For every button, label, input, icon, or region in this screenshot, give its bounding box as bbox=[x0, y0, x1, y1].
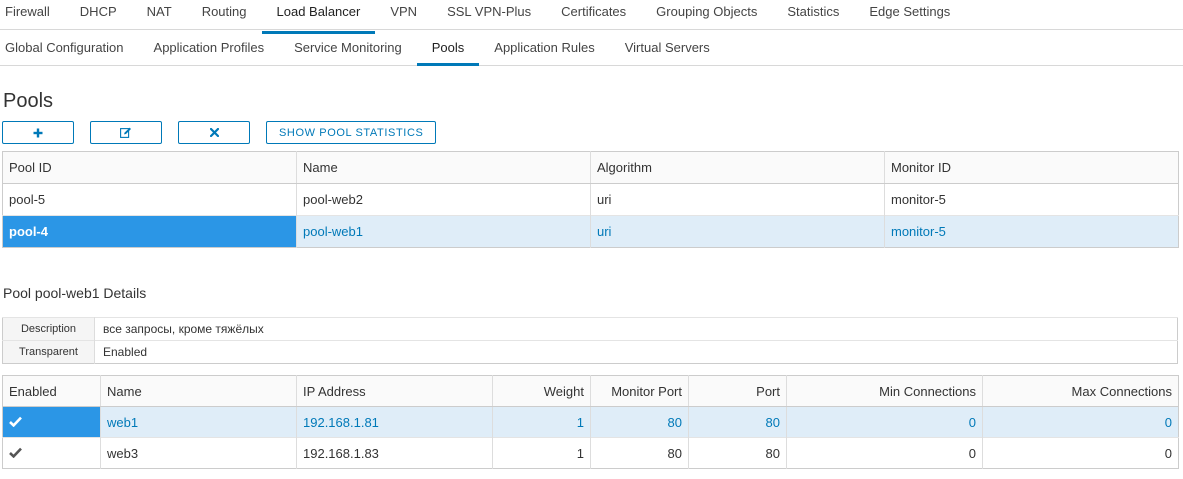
transparent-label: Transparent bbox=[2, 340, 95, 364]
pool-algorithm-cell: uri bbox=[590, 215, 885, 248]
pool-name-cell: pool-web1 bbox=[296, 215, 591, 248]
pools-table: Pool ID Name Algorithm Monitor ID pool-5… bbox=[2, 151, 1179, 248]
page-title: Pools bbox=[3, 90, 54, 112]
column-header-min-connections[interactable]: Min Connections bbox=[786, 375, 983, 407]
column-header-enabled[interactable]: Enabled bbox=[2, 375, 101, 407]
member-weight-cell: 1 bbox=[492, 406, 591, 438]
column-header-max-connections[interactable]: Max Connections bbox=[982, 375, 1179, 407]
pool-properties: Description все запросы, кроме тяжёлых T… bbox=[2, 317, 1178, 364]
tab-application-profiles[interactable]: Application Profiles bbox=[139, 32, 280, 65]
tab-statistics[interactable]: Statistics bbox=[772, 0, 854, 29]
tab-virtual-servers[interactable]: Virtual Servers bbox=[610, 32, 725, 65]
member-name-cell: web1 bbox=[100, 406, 297, 438]
check-icon bbox=[9, 416, 22, 427]
pools-toolbar: SHOW POOL STATISTICS bbox=[2, 121, 437, 144]
load-balancer-sub-tabs: Global Configuration Application Profile… bbox=[0, 32, 1183, 66]
tab-grouping-objects[interactable]: Grouping Objects bbox=[641, 0, 772, 29]
member-name-cell: web3 bbox=[100, 437, 297, 469]
table-row-selected[interactable]: web1 192.168.1.81 1 80 80 0 0 bbox=[2, 406, 1179, 438]
column-header-port[interactable]: Port bbox=[688, 375, 787, 407]
delete-pool-button[interactable] bbox=[178, 121, 250, 144]
pool-monitor-cell: monitor-5 bbox=[884, 215, 1179, 248]
edit-pool-button[interactable] bbox=[90, 121, 162, 144]
close-icon bbox=[209, 128, 219, 137]
members-table-header: Enabled Name IP Address Weight Monitor P… bbox=[2, 375, 1179, 407]
pool-monitor-cell: monitor-5 bbox=[884, 183, 1179, 216]
pools-table-header: Pool ID Name Algorithm Monitor ID bbox=[2, 151, 1179, 184]
member-ip-cell: 192.168.1.83 bbox=[296, 437, 493, 469]
member-max-connections-cell: 0 bbox=[982, 406, 1179, 438]
tab-nat[interactable]: NAT bbox=[132, 0, 187, 29]
column-header-name[interactable]: Name bbox=[296, 151, 591, 184]
plus-icon bbox=[33, 128, 43, 137]
member-min-connections-cell: 0 bbox=[786, 437, 983, 469]
transparent-value: Enabled bbox=[94, 340, 1178, 364]
member-max-connections-cell: 0 bbox=[982, 437, 1179, 469]
member-port-cell: 80 bbox=[688, 406, 787, 438]
enabled-cell bbox=[2, 406, 101, 438]
tab-global-configuration[interactable]: Global Configuration bbox=[0, 32, 139, 65]
member-port-cell: 80 bbox=[688, 437, 787, 469]
tab-edge-settings[interactable]: Edge Settings bbox=[854, 0, 965, 29]
pool-name-cell: pool-web2 bbox=[296, 183, 591, 216]
tab-routing[interactable]: Routing bbox=[187, 0, 262, 29]
transparent-row: Transparent Enabled bbox=[2, 340, 1178, 364]
tab-dhcp[interactable]: DHCP bbox=[65, 0, 132, 29]
column-header-weight[interactable]: Weight bbox=[492, 375, 591, 407]
tab-certificates[interactable]: Certificates bbox=[546, 0, 641, 29]
member-min-connections-cell: 0 bbox=[786, 406, 983, 438]
show-pool-statistics-button[interactable]: SHOW POOL STATISTICS bbox=[266, 121, 437, 144]
table-row[interactable]: pool-5 pool-web2 uri monitor-5 bbox=[2, 183, 1179, 216]
member-monitor-port-cell: 80 bbox=[590, 437, 689, 469]
tab-application-rules[interactable]: Application Rules bbox=[479, 32, 609, 65]
pool-members-table: Enabled Name IP Address Weight Monitor P… bbox=[2, 375, 1179, 469]
tab-vpn[interactable]: VPN bbox=[375, 0, 432, 29]
pool-id-cell: pool-5 bbox=[9, 192, 46, 207]
add-pool-button[interactable] bbox=[2, 121, 74, 144]
description-row: Description все запросы, кроме тяжёлых bbox=[2, 317, 1178, 341]
member-monitor-port-cell: 80 bbox=[590, 406, 689, 438]
enabled-cell bbox=[3, 438, 101, 469]
table-row[interactable]: web3 192.168.1.83 1 80 80 0 0 bbox=[2, 437, 1179, 469]
pool-id-cell: pool-4 bbox=[2, 215, 297, 248]
member-ip-cell: 192.168.1.81 bbox=[296, 406, 493, 438]
column-header-ip-address[interactable]: IP Address bbox=[296, 375, 493, 407]
member-weight-cell: 1 bbox=[492, 437, 591, 469]
column-header-monitor-id[interactable]: Monitor ID bbox=[884, 151, 1179, 184]
description-label: Description bbox=[2, 317, 95, 341]
column-header-monitor-port[interactable]: Monitor Port bbox=[590, 375, 689, 407]
edge-top-tabs: Firewall DHCP NAT Routing Load Balancer … bbox=[0, 0, 1183, 34]
column-header-pool-id[interactable]: Pool ID bbox=[2, 151, 297, 184]
pool-algorithm-cell: uri bbox=[590, 183, 885, 216]
check-icon bbox=[9, 447, 22, 458]
edit-icon bbox=[120, 127, 131, 138]
tab-pools[interactable]: Pools bbox=[416, 32, 480, 66]
column-header-member-name[interactable]: Name bbox=[100, 375, 297, 407]
description-value: все запросы, кроме тяжёлых bbox=[94, 317, 1178, 341]
pool-details-title: Pool pool-web1 Details bbox=[3, 285, 147, 301]
tab-service-monitoring[interactable]: Service Monitoring bbox=[279, 32, 417, 65]
table-row-selected[interactable]: pool-4 pool-web1 uri monitor-5 bbox=[2, 215, 1179, 248]
tab-firewall[interactable]: Firewall bbox=[0, 0, 65, 29]
tab-load-balancer[interactable]: Load Balancer bbox=[261, 0, 376, 34]
tab-ssl-vpn-plus[interactable]: SSL VPN-Plus bbox=[432, 0, 546, 29]
column-header-algorithm[interactable]: Algorithm bbox=[590, 151, 885, 184]
